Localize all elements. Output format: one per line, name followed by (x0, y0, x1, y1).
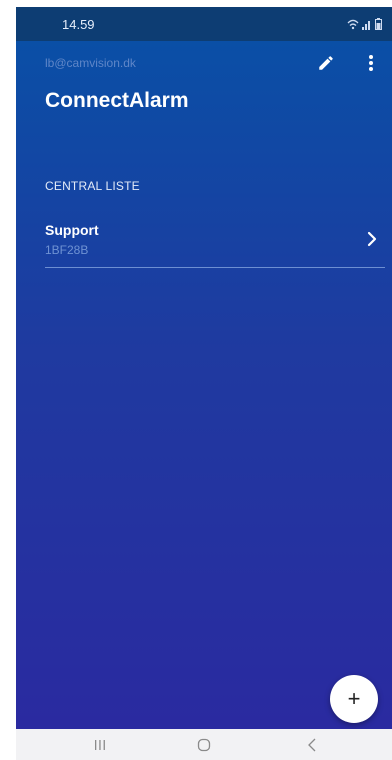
app-content: lb@camvision.dk ConnectAlarm CENTRAL LIS… (16, 41, 392, 729)
add-central-button[interactable]: + (330, 675, 378, 723)
status-time: 14.59 (62, 17, 95, 32)
central-name: Support (45, 222, 99, 238)
recent-apps-button[interactable] (85, 735, 115, 755)
section-title: CENTRAL LISTE (45, 179, 140, 193)
more-options-button[interactable] (361, 51, 381, 75)
app-title: ConnectAlarm (45, 89, 189, 112)
back-button[interactable] (297, 735, 327, 755)
account-email: lb@camvision.dk (45, 56, 136, 70)
home-icon (197, 738, 211, 752)
plus-icon: + (347, 686, 361, 711)
chevron-right-icon (367, 231, 377, 247)
recent-apps-icon (95, 740, 105, 750)
edit-icon (319, 56, 333, 70)
signal-icon (362, 21, 370, 30)
status-bar: 14.59 (16, 7, 392, 41)
battery-icon (375, 18, 382, 30)
status-icons (347, 16, 382, 30)
phone-screen: 14.59 lb@camvision.dk ConnectAlarm CENTR… (16, 7, 392, 760)
edit-button[interactable] (314, 51, 338, 75)
central-list-item[interactable]: Support 1BF28B (45, 213, 385, 268)
system-nav-bar (16, 729, 392, 760)
back-icon (308, 738, 316, 752)
more-vert-icon (369, 55, 373, 71)
home-button[interactable] (189, 735, 219, 755)
wifi-icon (347, 19, 359, 30)
central-id: 1BF28B (45, 243, 89, 257)
